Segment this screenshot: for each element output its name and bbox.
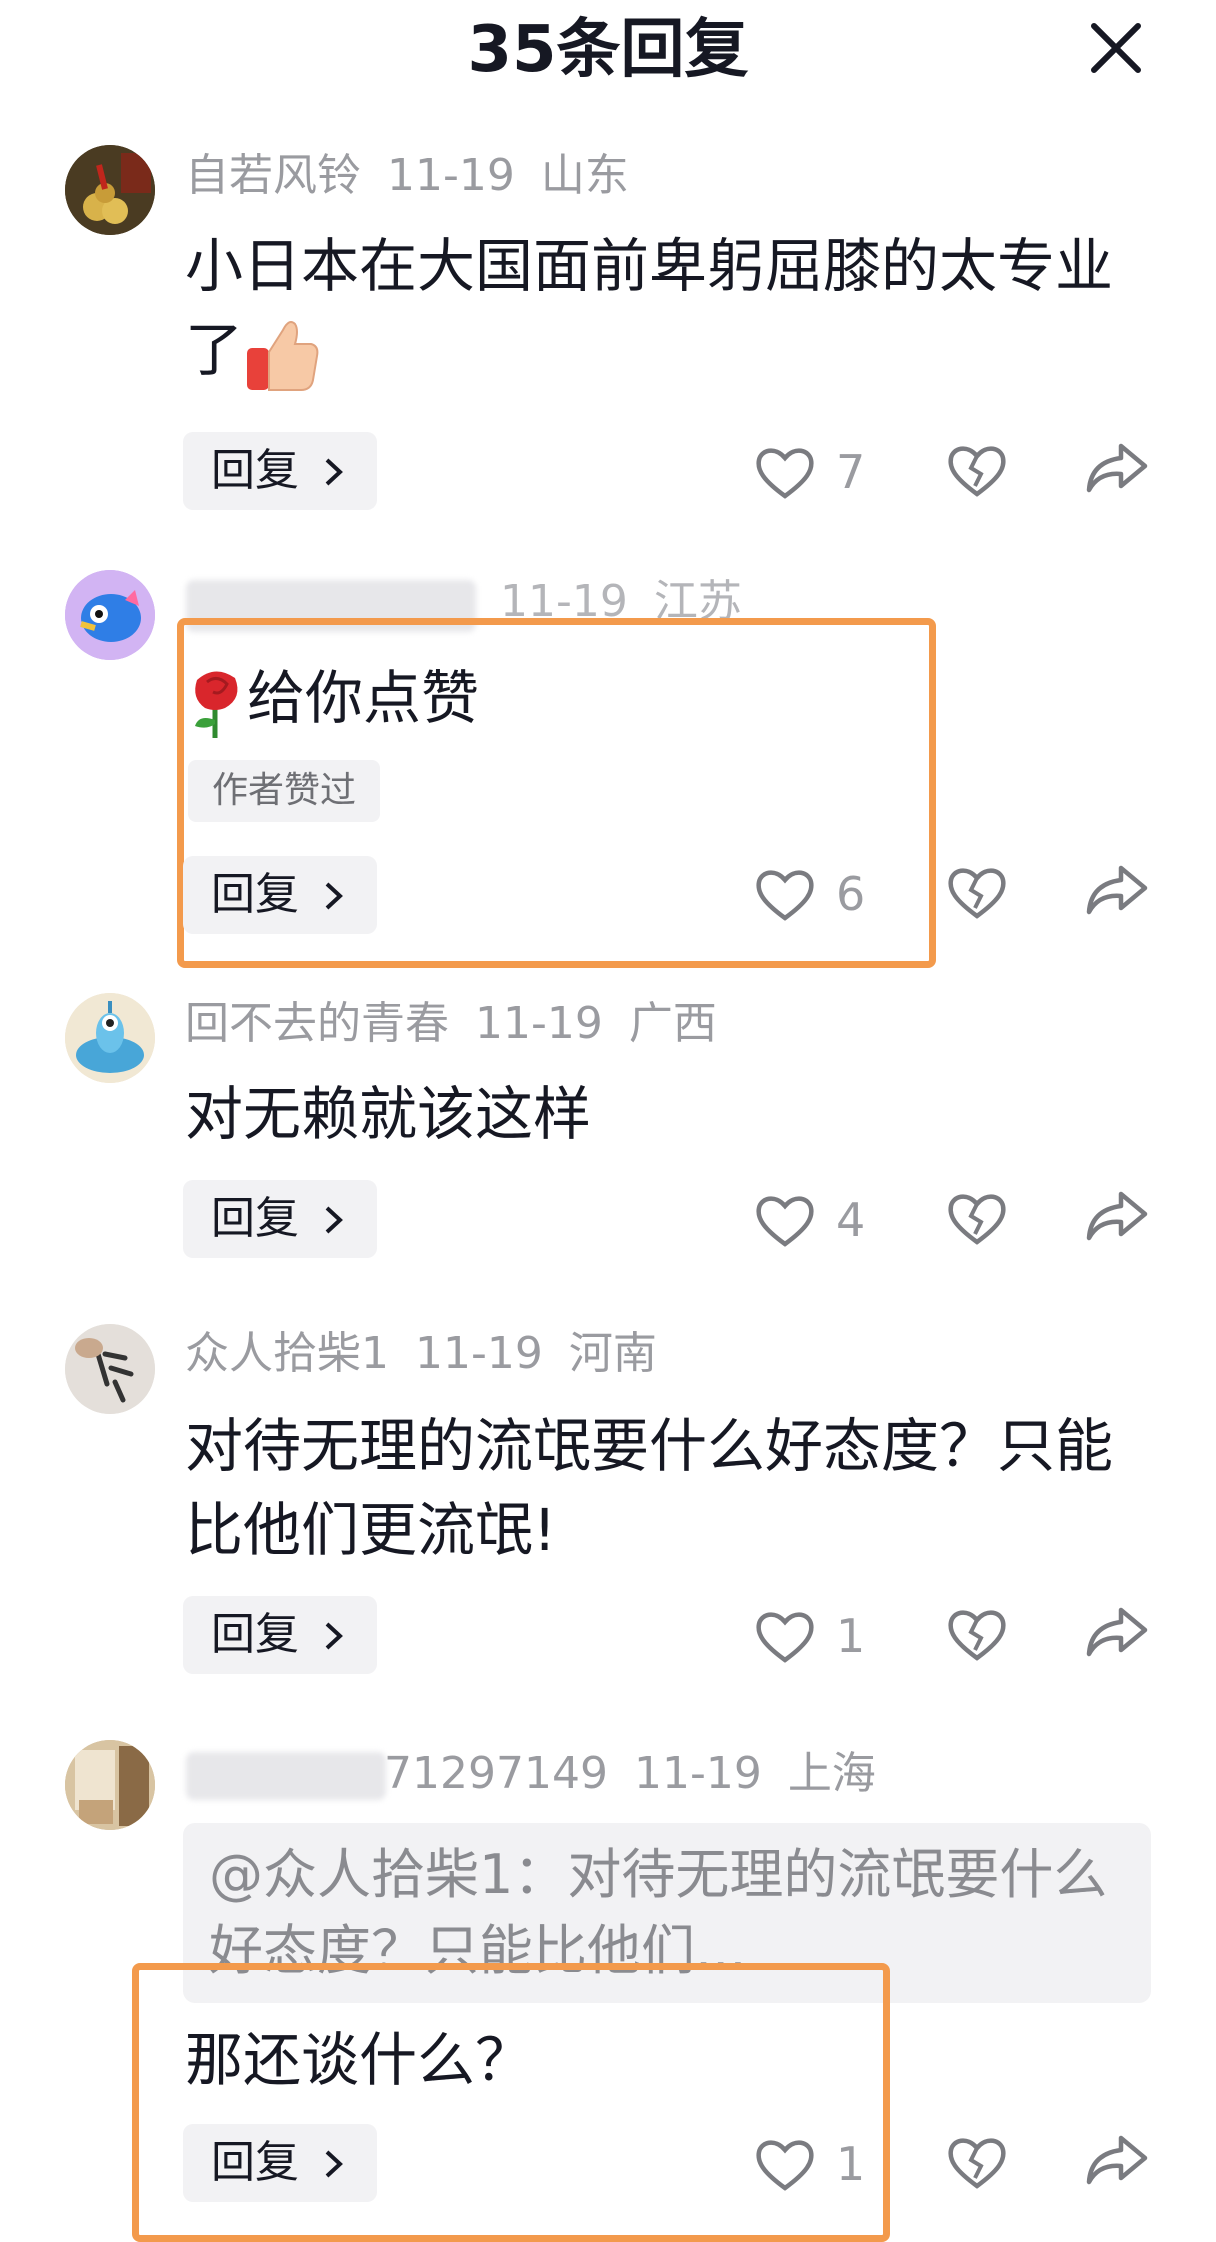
share-arrow-icon[interactable]	[1083, 1602, 1149, 1662]
comment-location: 广西	[628, 998, 717, 1049]
reply-button[interactable]: 回复	[183, 2124, 377, 2202]
broken-heart-icon[interactable]	[945, 1604, 1009, 1664]
blurred-username	[186, 1752, 386, 1800]
avatar-image	[65, 1740, 155, 1830]
broken-heart-icon[interactable]	[945, 1188, 1009, 1248]
comment-text-content: 那还谈什么？	[185, 2026, 534, 2094]
comment-text-content: 对待无理的流氓要什么好态度？只能比他们更流氓!	[185, 1412, 1114, 1564]
avatar[interactable]	[65, 993, 155, 1083]
comments-header: 35条回复	[0, 0, 1216, 100]
like-count: 6	[836, 867, 866, 921]
rose-emoji	[195, 671, 238, 738]
comment-text-content: 小日本在大国面前卑躬屈膝的太专业了	[185, 232, 1114, 384]
comment-text: 小日本在大国面前卑躬屈膝的太专业了	[185, 224, 1135, 394]
reply-label: 回复	[211, 1609, 299, 1660]
avatar-image	[65, 145, 155, 235]
thumbs-up-emoji	[247, 320, 319, 391]
share-arrow-icon[interactable]	[1083, 2130, 1149, 2190]
comment-date: 11-19	[633, 1748, 762, 1799]
comment-location: 河南	[568, 1328, 657, 1379]
comment-location: 山东	[540, 150, 629, 201]
avatar-image	[65, 993, 155, 1083]
like-count: 1	[836, 2137, 866, 2191]
share-arrow-icon[interactable]	[1083, 1186, 1149, 1246]
avatar[interactable]	[65, 570, 155, 660]
reply-label: 回复	[211, 2137, 299, 2188]
chevron-right-icon	[325, 2150, 343, 2178]
like-count: 1	[836, 1609, 866, 1663]
close-icon[interactable]	[1086, 18, 1146, 78]
heart-icon[interactable]	[753, 1606, 817, 1666]
avatar-image	[65, 1324, 155, 1414]
heart-icon[interactable]	[753, 864, 817, 924]
comment-meta: 自若风铃 11-19 山东	[185, 148, 655, 204]
comment-date: 11-19	[415, 1328, 543, 1379]
chevron-right-icon	[325, 1622, 343, 1650]
broken-heart-icon[interactable]	[945, 2132, 1009, 2192]
username[interactable]: 自若风铃	[185, 150, 361, 201]
reply-label: 回复	[211, 1193, 299, 1244]
comment-text-content: 给你点赞	[247, 664, 480, 732]
heart-icon[interactable]	[753, 2134, 817, 2194]
share-arrow-icon[interactable]	[1083, 438, 1149, 498]
like-count: 7	[836, 445, 866, 499]
reply-button[interactable]: 回复	[183, 1596, 377, 1674]
avatar[interactable]	[65, 1740, 155, 1830]
reply-button[interactable]: 回复	[183, 1180, 377, 1258]
avatar[interactable]	[65, 1324, 155, 1414]
comment-text: 给你点赞	[185, 656, 1145, 740]
comment-text-content: 对无赖就该这样	[185, 1080, 592, 1148]
comment-date: 11-19	[475, 998, 603, 1049]
comment-meta: 回不去的青春 11-19 广西	[185, 996, 743, 1052]
comment-date: 11-19	[387, 150, 515, 201]
username[interactable]: 众人拾柴1	[185, 1328, 389, 1379]
comment-meta: 众人拾柴1 11-19 河南	[185, 1326, 683, 1382]
heart-icon[interactable]	[753, 442, 817, 502]
broken-heart-icon[interactable]	[945, 440, 1009, 500]
page-title: 35条回复	[467, 13, 749, 87]
reply-button[interactable]: 回复	[183, 432, 377, 510]
reply-button[interactable]: 回复	[183, 856, 377, 934]
avatar[interactable]	[65, 145, 155, 235]
chevron-right-icon	[325, 1206, 343, 1234]
reply-label: 回复	[211, 445, 299, 496]
chevron-right-icon	[325, 458, 343, 486]
author-liked-badge: 作者赞过	[188, 760, 380, 822]
chevron-right-icon	[325, 882, 343, 910]
reply-label: 回复	[211, 869, 299, 920]
comment-location: 上海	[787, 1748, 876, 1799]
broken-heart-icon[interactable]	[945, 862, 1009, 922]
username[interactable]: 71297149	[384, 1748, 608, 1799]
username[interactable]: 回不去的青春	[185, 998, 449, 1049]
comment-text: 对待无理的流氓要什么好态度？只能比他们更流氓!	[185, 1404, 1125, 1572]
like-count: 4	[836, 1193, 866, 1247]
comment-text: 那还谈什么？	[185, 2018, 1145, 2102]
share-arrow-icon[interactable]	[1083, 860, 1149, 920]
comment-meta: 71297149 11-19 上海	[384, 1746, 902, 1802]
avatar-image	[65, 570, 155, 660]
comment-text: 对无赖就该这样	[185, 1072, 1145, 1156]
heart-icon[interactable]	[753, 1190, 817, 1250]
